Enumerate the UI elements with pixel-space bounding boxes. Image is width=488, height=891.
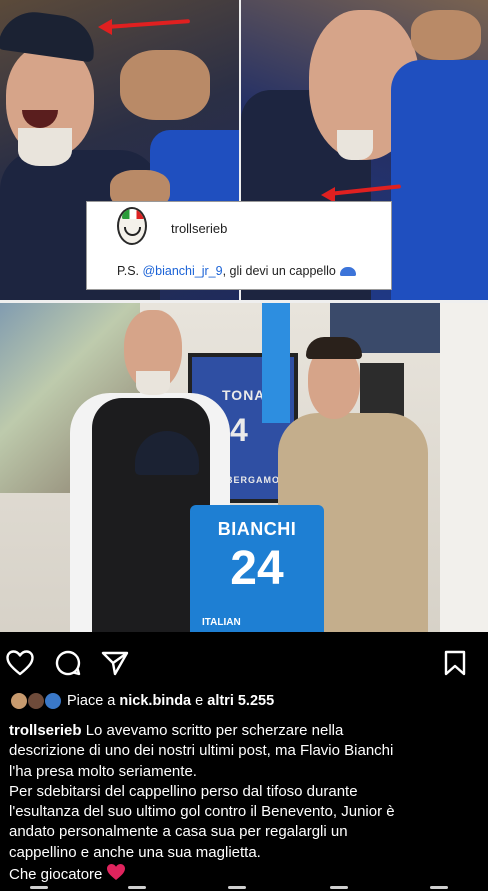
fan-beard bbox=[18, 128, 72, 166]
likes-others[interactable]: altri 5.255 bbox=[207, 693, 274, 709]
fan-cap bbox=[0, 7, 99, 63]
red-arrow-head bbox=[98, 19, 112, 35]
comment-screenshot-card: trollserieb P.S. @bianchi_jr_9, gli devi… bbox=[86, 201, 392, 290]
jersey-number: 24 bbox=[230, 542, 284, 595]
avatar bbox=[44, 692, 62, 710]
search-icon[interactable] bbox=[128, 886, 146, 889]
heart-icon[interactable] bbox=[6, 650, 34, 676]
hand bbox=[120, 50, 210, 120]
red-arrow-icon bbox=[107, 19, 191, 29]
comment-username: trollserieb bbox=[171, 221, 228, 236]
home-icon[interactable] bbox=[30, 886, 48, 889]
bookmark-icon[interactable] bbox=[444, 650, 466, 676]
comment-text: P.S. @bianchi_jr_9, gli devi un cappello bbox=[117, 264, 356, 278]
profile-icon[interactable] bbox=[430, 886, 448, 889]
fan-beard bbox=[136, 371, 170, 395]
gifted-jersey: BIANCHI 24 ITALIAN bbox=[190, 505, 324, 632]
window-blinds bbox=[440, 303, 488, 632]
reels-icon[interactable] bbox=[228, 886, 246, 889]
liker-username[interactable]: nick.binda bbox=[119, 693, 191, 709]
caption-username[interactable]: trollserieb bbox=[9, 722, 82, 739]
bottom-nav-bar bbox=[0, 884, 488, 891]
avatar bbox=[10, 692, 28, 710]
troll-face-avatar-icon bbox=[117, 207, 147, 245]
liker-avatars bbox=[10, 692, 64, 710]
blue-cap-emoji-icon bbox=[339, 267, 356, 277]
red-heart-emoji-icon bbox=[107, 864, 126, 881]
share-icon[interactable] bbox=[101, 650, 129, 676]
jersey-sponsor: ITALIAN bbox=[202, 617, 241, 628]
fan-beard bbox=[337, 130, 373, 160]
player-shirt bbox=[391, 60, 488, 300]
hanging-scarf bbox=[262, 303, 290, 423]
avatar bbox=[27, 692, 45, 710]
post-action-bar bbox=[0, 640, 488, 682]
jersey-name: BIANCHI bbox=[217, 519, 297, 539]
player-hair bbox=[306, 337, 362, 359]
post-media[interactable]: trollserieb P.S. @bianchi_jr_9, gli devi… bbox=[0, 0, 488, 632]
post-caption: trollserieb Lo avevamo scritto per scher… bbox=[9, 722, 395, 884]
mention-link: @bianchi_jr_9 bbox=[142, 264, 223, 278]
comment-icon[interactable] bbox=[55, 650, 81, 676]
hand bbox=[411, 10, 481, 60]
likes-text: Piace a nick.binda e altri 5.255 bbox=[67, 693, 275, 709]
shop-icon[interactable] bbox=[330, 886, 348, 889]
